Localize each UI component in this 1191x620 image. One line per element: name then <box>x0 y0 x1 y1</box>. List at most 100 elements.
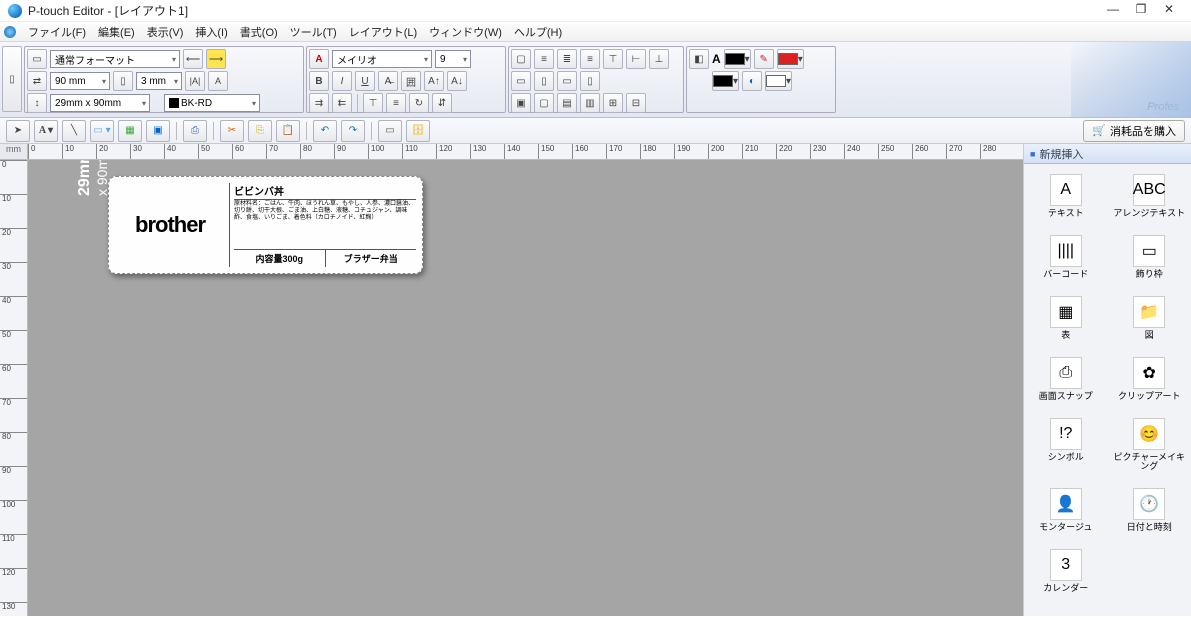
menu-help[interactable]: ヘルプ(H) <box>508 22 568 42</box>
bg-color-button[interactable]: ▾ <box>712 71 739 91</box>
print-button[interactable]: ⎙ <box>183 120 207 142</box>
bold-button[interactable]: B <box>309 71 329 91</box>
maximize-button[interactable]: ❐ <box>1127 2 1155 20</box>
menu-insert[interactable]: 挿入(I) <box>189 22 233 42</box>
height-select[interactable]: 3 mm <box>136 72 182 90</box>
insert-アレンジテキスト[interactable]: ABCアレンジテキスト <box>1110 168 1190 225</box>
ruler-horizontal[interactable]: 0102030405060708090100110120130140150160… <box>28 144 1023 160</box>
underline-button[interactable]: U <box>355 71 375 91</box>
pointer-tool[interactable]: ➤ <box>6 120 30 142</box>
database-button[interactable]: 🗄 <box>406 120 430 142</box>
tape-select[interactable]: BK-RD <box>164 94 260 112</box>
width-select[interactable]: 90 mm <box>50 72 110 90</box>
close-button[interactable]: ✕ <box>1155 2 1183 20</box>
menu-window[interactable]: ウィンドウ(W) <box>423 22 508 42</box>
consumables-button[interactable]: 🛒 消耗品を購入 <box>1083 120 1185 142</box>
transparency-icon[interactable]: ◐ <box>742 71 762 91</box>
insert-テキスト[interactable]: Aテキスト <box>1026 168 1106 225</box>
menu-tools[interactable]: ツール(T) <box>284 22 343 42</box>
image-tool[interactable]: ▦ <box>118 120 142 142</box>
shape-icon[interactable]: ◧ <box>689 49 709 69</box>
font-color-icon[interactable]: A <box>309 49 329 69</box>
insert-図[interactable]: 📁図 <box>1110 290 1190 347</box>
shrink-font-button[interactable]: A↓ <box>447 71 467 91</box>
menu-format[interactable]: 書式(O) <box>234 22 284 42</box>
text-color-button[interactable]: ▾ <box>724 49 751 69</box>
group-icon[interactable]: ▢ <box>511 49 531 69</box>
align-right-button[interactable]: ≡ <box>580 49 600 69</box>
insert-表[interactable]: ▦表 <box>1026 290 1106 347</box>
bring-forward-button[interactable]: ▤ <box>557 93 577 113</box>
ltr-button[interactable]: ⇉ <box>309 93 329 113</box>
margin-icon[interactable]: ▯ <box>113 71 133 91</box>
align-top-button[interactable]: ⊤ <box>603 49 623 69</box>
insert-クリップアート[interactable]: ✿クリップアート <box>1110 351 1190 408</box>
label-net[interactable]: 内容量300g <box>234 250 326 267</box>
rtl-button[interactable]: ⇇ <box>332 93 352 113</box>
menu-view[interactable]: 表示(V) <box>141 22 190 42</box>
insert-シンボル[interactable]: !?シンボル <box>1026 412 1106 479</box>
ruler-vertical[interactable]: 0102030405060708090100110120130 <box>0 160 28 616</box>
line-color-icon[interactable]: ✎ <box>754 49 774 69</box>
same-width-button[interactable]: ▭ <box>557 71 577 91</box>
paste-button[interactable]: 📋 <box>276 120 300 142</box>
line-tool[interactable]: ╲ <box>62 120 86 142</box>
feed-left-button[interactable]: ⟵ <box>183 49 203 69</box>
insert-バーコード[interactable]: ||||バーコード <box>1026 229 1106 286</box>
align-middle-button[interactable]: ⊢ <box>626 49 646 69</box>
label-logo[interactable]: brother <box>115 183 225 267</box>
frame-button[interactable]: 囲 <box>401 71 421 91</box>
ungroup-button[interactable]: ⊟ <box>626 93 646 113</box>
format-select[interactable]: 通常フォーマット <box>50 50 180 68</box>
text-tool[interactable]: A ▾ <box>34 120 58 142</box>
fill-color-button[interactable]: ▾ <box>777 49 804 69</box>
label-ingredients[interactable]: 原材料名：ごはん、牛肉、ほうれん草、もやし、人参、濃口醤油、切り餅、切干大根、ご… <box>234 201 416 248</box>
insert-モンタージュ[interactable]: 👤モンタージュ <box>1026 482 1106 539</box>
size-select[interactable]: 29mm x 90mm <box>50 94 150 112</box>
copy-button[interactable]: ⎘ <box>248 120 272 142</box>
redo-button[interactable]: ↷ <box>341 120 365 142</box>
bring-front-button[interactable]: ▣ <box>511 93 531 113</box>
same-height-button[interactable]: ▯ <box>580 71 600 91</box>
minimize-button[interactable]: — <box>1099 2 1127 20</box>
screenshot-tool[interactable]: ▣ <box>146 120 170 142</box>
insert-画面スナップ[interactable]: ⎙画面スナップ <box>1026 351 1106 408</box>
group-button[interactable]: ⊞ <box>603 93 623 113</box>
grow-font-button[interactable]: A↑ <box>424 71 444 91</box>
align-bottom-button[interactable]: ⊥ <box>649 49 669 69</box>
send-backward-button[interactable]: ▥ <box>580 93 600 113</box>
panel-handle[interactable]: ▯ <box>2 46 22 112</box>
font-name-select[interactable]: メイリオ <box>332 50 432 68</box>
insert-カレンダー[interactable]: 3カレンダー <box>1026 543 1106 600</box>
insert-日付と時刻[interactable]: 🕐日付と時刻 <box>1110 482 1190 539</box>
feed-right-button[interactable]: ⟶ <box>206 49 226 69</box>
valign-top-button[interactable]: ⊤ <box>363 93 383 113</box>
insert-ピクチャーメイキング[interactable]: 😊ピクチャーメイキング <box>1110 412 1190 479</box>
align-center-button[interactable]: ≣ <box>557 49 577 69</box>
insert-飾り枠[interactable]: ▭飾り枠 <box>1110 229 1190 286</box>
send-back-button[interactable]: ▢ <box>534 93 554 113</box>
shape-tool[interactable]: ▭ ▾ <box>90 120 114 142</box>
undo-button[interactable]: ↶ <box>313 120 337 142</box>
canvas[interactable]: 29mmx 90mm brother ビビンバ丼 原材料名：ごはん、牛肉、ほうれ… <box>28 160 1023 616</box>
distribute-h-button[interactable]: ▭ <box>511 71 531 91</box>
rotate-button[interactable]: ↻ <box>409 93 429 113</box>
font-size-select[interactable]: 9 <box>435 50 471 68</box>
outline-color-button[interactable]: ▾ <box>765 71 792 91</box>
label-artboard[interactable]: brother ビビンバ丼 原材料名：ごはん、牛肉、ほうれん草、もやし、人参、濃… <box>108 176 423 274</box>
cut-button[interactable]: ✂ <box>220 120 244 142</box>
valign-mid-button[interactable]: ≡ <box>386 93 406 113</box>
label-maker[interactable]: ブラザー弁当 <box>326 250 417 267</box>
strike-button[interactable]: A̶ <box>378 71 398 91</box>
distribute-v-button[interactable]: ▯ <box>534 71 554 91</box>
flip-button[interactable]: ⇵ <box>432 93 452 113</box>
label-heading[interactable]: ビビンバ丼 <box>234 183 416 200</box>
menu-layout[interactable]: レイアウト(L) <box>343 22 423 42</box>
direction-h-button[interactable]: |A| <box>185 71 205 91</box>
zoom-button[interactable]: ▭ <box>378 120 402 142</box>
menu-edit[interactable]: 編集(E) <box>92 22 141 42</box>
orientation-button[interactable]: ▭ <box>27 49 47 69</box>
menu-file[interactable]: ファイル(F) <box>22 22 92 42</box>
italic-button[interactable]: I <box>332 71 352 91</box>
direction-v-button[interactable]: A <box>208 71 228 91</box>
